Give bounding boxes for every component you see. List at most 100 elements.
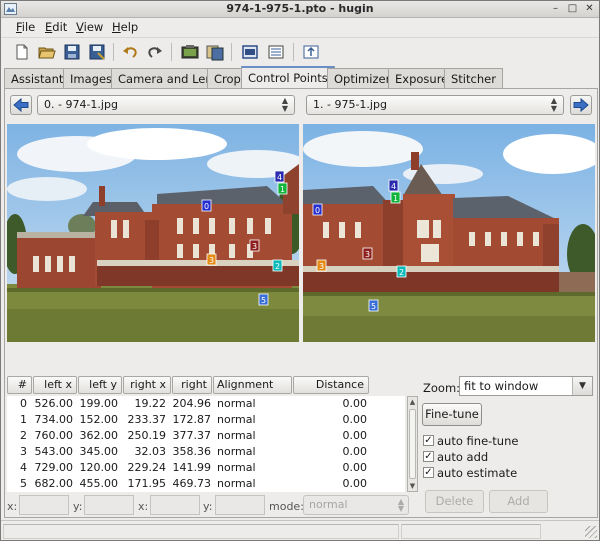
scroll-up-icon[interactable]: ▲ <box>408 398 417 406</box>
left-image-select[interactable]: 0. - 974-1.jpg ▲ ▼ <box>37 95 295 115</box>
previous-image-button[interactable] <box>10 95 32 115</box>
combo-arrows-icon: ▲ ▼ <box>550 96 558 113</box>
maximize-icon[interactable]: □ <box>566 3 579 15</box>
status-section-secondary <box>401 524 541 539</box>
arrow-right-icon <box>573 97 589 113</box>
mode-label: mode: <box>269 500 304 513</box>
status-section-main <box>3 524 399 539</box>
col-header-distance[interactable]: Distance <box>293 376 369 394</box>
toolbar-separator <box>171 43 172 61</box>
tab-stitcher[interactable]: Stitcher <box>444 68 503 89</box>
new-icon[interactable] <box>13 43 31 61</box>
right-image-pane[interactable]: 0 1 2 3 3 4 5 <box>303 124 595 342</box>
svg-text:5: 5 <box>261 296 266 305</box>
open-icon[interactable] <box>38 43 56 61</box>
svg-text:3: 3 <box>252 242 257 251</box>
status-bar <box>1 520 599 540</box>
svg-text:2: 2 <box>399 268 404 277</box>
svg-text:3: 3 <box>319 262 324 271</box>
minimize-icon[interactable]: – <box>549 3 562 15</box>
table-row[interactable]: 5 682.00 455.00 171.95 469.73 normal 0.00 <box>7 476 405 492</box>
fine-tune-button[interactable]: Fine-tune <box>422 403 482 426</box>
resize-grip[interactable] <box>585 526 597 538</box>
toolbar <box>1 37 599 65</box>
tab-assistant[interactable]: Assistant <box>4 68 71 89</box>
menu-view[interactable]: View <box>76 20 103 34</box>
arrow-left-icon <box>13 97 29 113</box>
image-properties-icon[interactable] <box>267 43 285 61</box>
svg-text:2: 2 <box>275 262 280 271</box>
zoom-value: fit to window <box>464 379 539 393</box>
scrollbar-thumb[interactable] <box>409 409 416 479</box>
left-x-label: x: <box>7 500 18 513</box>
add-button[interactable]: Add <box>489 490 548 513</box>
checkbox-checked-icon[interactable]: ✓ <box>423 467 434 478</box>
table-body: 0 526.00 199.00 19.22 204.96 normal 0.00 1 734.… <box>7 396 405 492</box>
toolbar-separator <box>113 43 114 61</box>
table-row[interactable]: 2 760.00 362.00 250.19 377.37 normal 0.00 <box>7 428 405 444</box>
svg-text:5: 5 <box>371 302 376 311</box>
menu-file[interactable]: File <box>16 20 35 34</box>
svg-text:1: 1 <box>280 185 285 194</box>
notebook-tabs: Assistant Images Camera and Lens Crop Co… <box>4 66 598 90</box>
svg-text:0: 0 <box>315 206 320 215</box>
table-row[interactable]: 1 734.00 152.00 233.37 172.87 normal 0.00 <box>7 412 405 428</box>
checkbox-checked-icon[interactable]: ✓ <box>423 451 434 462</box>
col-header-right-y[interactable]: right y <box>172 376 212 407</box>
title-bar: 974-1-975-1.pto - hugin – □ ✕ <box>1 1 599 18</box>
combo-arrows-icon: ▲ ▼ <box>397 497 404 513</box>
checkbox-checked-icon[interactable]: ✓ <box>423 435 434 446</box>
window-title: 974-1-975-1.pto - hugin <box>226 2 374 15</box>
svg-text:4: 4 <box>277 173 282 182</box>
table-row[interactable]: 0 526.00 199.00 19.22 204.96 normal 0.00 <box>7 396 405 412</box>
fast-preview-icon[interactable] <box>206 43 224 61</box>
save-icon[interactable] <box>63 43 81 61</box>
menu-edit[interactable]: Edit <box>45 20 67 34</box>
table-vertical-scrollbar[interactable]: ▲ ▼ <box>407 396 418 492</box>
svg-text:4: 4 <box>391 182 396 191</box>
col-header-left-y[interactable]: left y <box>78 376 122 394</box>
svg-text:1: 1 <box>393 194 398 203</box>
hugin-window: 974-1-975-1.pto - hugin – □ ✕ File Edit … <box>0 0 600 541</box>
left-photo: 0 1 2 3 3 4 5 <box>7 124 299 342</box>
right-x-field[interactable] <box>150 495 200 515</box>
right-image-select[interactable]: 1. - 975-1.jpg ▲ ▼ <box>306 95 564 115</box>
preview-icon[interactable] <box>181 43 199 61</box>
tab-control-points[interactable]: Control Points <box>241 66 335 90</box>
table-row[interactable]: 3 543.00 345.00 32.03 358.36 normal 0.00 <box>7 444 405 460</box>
col-header-number[interactable]: # <box>7 376 32 394</box>
redo-icon[interactable] <box>146 43 164 61</box>
tab-optimizer[interactable]: Optimizer <box>327 68 398 89</box>
col-header-alignment[interactable]: Alignment <box>213 376 292 394</box>
menu-bar: File Edit View Help <box>1 18 599 36</box>
close-icon[interactable]: ✕ <box>583 3 596 15</box>
right-x-label: x: <box>138 500 149 513</box>
right-y-field[interactable] <box>215 495 265 515</box>
left-x-field[interactable] <box>19 495 69 515</box>
mode-value: normal <box>309 498 348 511</box>
svg-text:0: 0 <box>204 202 209 211</box>
combo-arrows-icon: ▲ ▼ <box>281 96 289 113</box>
control-points-table: # left x left y right x right y Alignmen… <box>7 376 418 492</box>
scroll-down-icon[interactable]: ▼ <box>408 482 417 490</box>
undo-icon[interactable] <box>121 43 139 61</box>
left-image-pane[interactable]: 0 1 2 3 3 4 5 <box>7 124 299 342</box>
col-header-left-x[interactable]: left x <box>33 376 77 394</box>
toolbar-separator <box>293 43 294 61</box>
svg-text:3: 3 <box>365 250 370 259</box>
right-image-value: 1. - 975-1.jpg <box>313 98 387 111</box>
table-header: # left x left y right x right y Alignmen… <box>7 376 417 407</box>
table-row[interactable]: 4 729.00 120.00 229.24 141.99 normal 0.00 <box>7 460 405 476</box>
zoom-select[interactable]: fit to window ▼ <box>459 376 593 396</box>
chevron-down-icon[interactable]: ▼ <box>572 377 592 395</box>
left-image-value: 0. - 974-1.jpg <box>44 98 118 111</box>
menu-help[interactable]: Help <box>112 20 138 34</box>
next-image-button[interactable] <box>570 95 592 115</box>
left-y-field[interactable] <box>84 495 134 515</box>
mode-select[interactable]: normal ▲ ▼ <box>303 495 409 515</box>
delete-button[interactable]: Delete <box>425 490 484 513</box>
optimize-icon[interactable] <box>302 43 320 61</box>
control-points-table-icon[interactable] <box>241 43 259 61</box>
col-header-right-x[interactable]: right x <box>123 376 171 394</box>
save-as-icon[interactable] <box>88 43 106 61</box>
